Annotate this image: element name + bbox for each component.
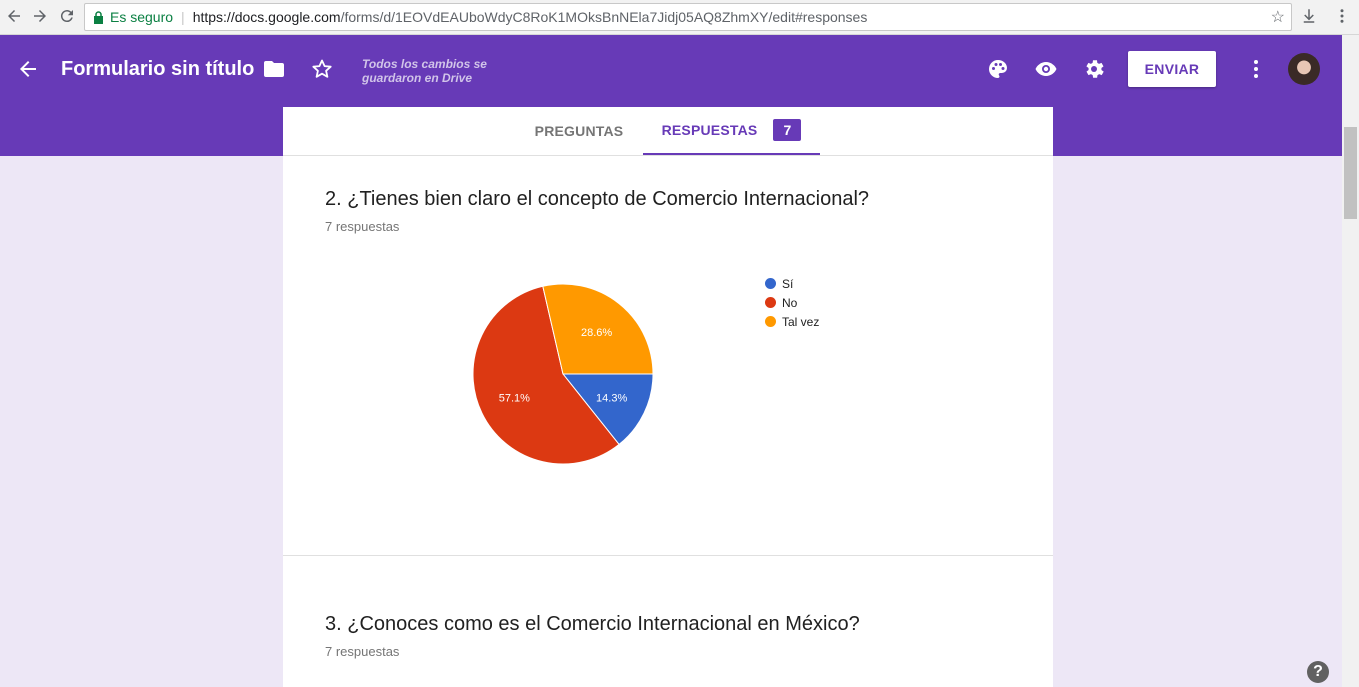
legend-item: Sí (765, 274, 819, 293)
download-icon[interactable] (1297, 4, 1321, 28)
browser-back-icon[interactable] (2, 4, 26, 28)
legend-swatch (765, 297, 776, 308)
form-tabs: PREGUNTAS RESPUESTAS 7 (283, 107, 1053, 156)
scrollbar-thumb[interactable] (1344, 127, 1357, 219)
legend-item: Tal vez (765, 312, 819, 331)
tab-responses[interactable]: RESPUESTAS 7 (643, 107, 820, 155)
star-icon[interactable] (310, 57, 334, 81)
chart-legend: Sí No Tal vez (765, 274, 819, 331)
address-bar[interactable]: Es seguro | https://docs.google.com/form… (84, 3, 1292, 31)
browser-toolbar: Es seguro | https://docs.google.com/form… (0, 0, 1359, 35)
response-card-q2: 2. ¿Tienes bien claro el concepto de Com… (283, 156, 1053, 556)
more-vert-icon[interactable] (1244, 57, 1268, 81)
folder-icon[interactable] (262, 57, 286, 81)
legend-item: No (765, 293, 819, 312)
form-title[interactable]: Formulario sin título (61, 58, 254, 81)
secure-label: Es seguro (110, 9, 174, 25)
browser-reload-icon[interactable] (55, 4, 79, 28)
response-count: 7 respuestas (325, 219, 400, 234)
pie-slice-label: 14.3% (596, 392, 627, 404)
send-button[interactable]: ENVIAR (1128, 51, 1216, 87)
pie-slice-label: 28.6% (581, 327, 612, 339)
url-path: /forms/d/1EOVdEAUboWdyC8RoK1MOksBnNEla7J… (340, 9, 868, 25)
tab-responses-label: RESPUESTAS (661, 122, 758, 138)
lock-icon (94, 10, 103, 24)
page-scrollbar[interactable] (1342, 35, 1359, 687)
url-host: https://docs.google.com (192, 9, 341, 25)
question-title: 2. ¿Tienes bien claro el concepto de Com… (325, 188, 870, 210)
palette-icon[interactable] (986, 57, 1010, 81)
tab-questions[interactable]: PREGUNTAS (515, 107, 643, 155)
response-card-q3: 3. ¿Conoces como es el Comercio Internac… (283, 556, 1053, 687)
legend-swatch (765, 278, 776, 289)
pie-chart: 14.3% 57.1% 28.6% (472, 283, 654, 465)
browser-forward-icon[interactable] (28, 4, 52, 28)
legend-label: Sí (782, 276, 794, 291)
legend-label: No (782, 295, 798, 310)
help-icon[interactable]: ? (1307, 661, 1329, 683)
browser-menu-icon[interactable] (1330, 4, 1354, 28)
save-status: Todos los cambios se guardaron en Drive (362, 57, 487, 85)
gear-icon[interactable] (1082, 57, 1106, 81)
legend-swatch (765, 316, 776, 327)
response-count: 7 respuestas (325, 644, 400, 659)
back-arrow-icon[interactable] (16, 57, 40, 81)
avatar[interactable] (1288, 53, 1320, 85)
bookmark-star-icon[interactable]: ☆ (1271, 7, 1285, 27)
legend-label: Tal vez (782, 314, 820, 329)
tab-questions-label: PREGUNTAS (534, 123, 624, 139)
question-title: 3. ¿Conoces como es el Comercio Internac… (325, 613, 860, 635)
eye-icon[interactable] (1034, 57, 1058, 81)
responses-count-badge: 7 (773, 119, 802, 141)
url-separator: | (181, 9, 185, 25)
pie-slice-label: 57.1% (499, 392, 530, 404)
